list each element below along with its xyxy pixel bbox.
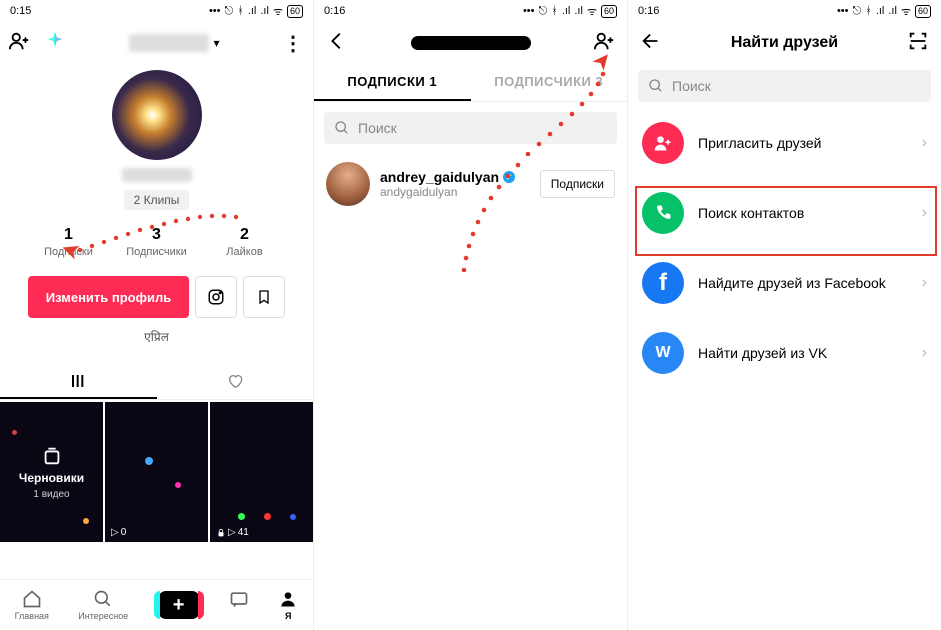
status-icons: •••⎋ᚼ.ıl.ılᯤ 60 xyxy=(523,4,617,19)
clips-pill[interactable]: 2 Клипы xyxy=(124,190,190,210)
video-grid: Черновики 1 видео ▷ 0 ▷ 41 xyxy=(0,402,313,542)
page-title: Найти друзей xyxy=(731,34,838,52)
option-facebook[interactable]: f Найдите друзей из Facebook › xyxy=(628,248,941,318)
status-bar: 0:15 •••⎋ᚼ.ıl.ılᯤ 60 xyxy=(0,0,313,22)
video-thumb[interactable]: ▷ 41 xyxy=(210,402,313,542)
profile-header: ▾ ⋮ xyxy=(0,22,313,64)
play-count: ▷ 41 xyxy=(216,527,249,538)
screen-find-friends: 0:16 •••⎋ᚼ.ıl.ılᯤ 60 Найти друзей Поиск … xyxy=(628,0,941,630)
option-invite[interactable]: Пригласить друзей › xyxy=(628,108,941,178)
chevron-right-icon: › xyxy=(922,344,927,362)
title-redacted xyxy=(411,36,531,50)
search-input[interactable]: Поиск xyxy=(324,112,617,144)
avatar[interactable] xyxy=(112,70,202,160)
facebook-icon: f xyxy=(642,262,684,304)
user-row[interactable]: andrey_gaidulyan ✓ andygaidulyan Подписк… xyxy=(314,154,627,214)
more-menu-icon[interactable]: ⋮ xyxy=(283,31,301,56)
bio-text: एप्रिल xyxy=(0,328,313,345)
edit-profile-button[interactable]: Изменить профиль xyxy=(28,276,190,318)
status-bar: 0:16 •••⎋ᚼ.ıl.ılᯤ 60 xyxy=(628,0,941,22)
search-placeholder: Поиск xyxy=(672,78,711,94)
status-bar: 0:16 •••⎋ᚼ.ıl.ılᯤ 60 xyxy=(314,0,627,22)
bookmark-button[interactable] xyxy=(243,276,285,318)
add-friend-icon[interactable] xyxy=(593,30,615,57)
profile-tabs xyxy=(0,365,313,400)
back-icon[interactable] xyxy=(326,30,348,57)
clock: 0:15 xyxy=(10,5,31,17)
chevron-down-icon: ▾ xyxy=(213,36,219,50)
stats-row: 1 Подписки 3 Подписчики 2 Лайков xyxy=(0,226,313,258)
tab-grid[interactable] xyxy=(0,365,157,399)
vk-icon: W xyxy=(642,332,684,374)
drafts-tile[interactable]: Черновики 1 видео xyxy=(0,402,103,542)
phone-icon xyxy=(642,192,684,234)
chevron-right-icon: › xyxy=(922,134,927,152)
find-friends-header: Найти друзей xyxy=(628,22,941,64)
instagram-button[interactable] xyxy=(195,276,237,318)
user-handle: andygaidulyan xyxy=(380,185,530,199)
add-friend-icon[interactable] xyxy=(8,30,30,57)
play-count: ▷ 0 xyxy=(111,527,126,538)
invite-icon xyxy=(642,122,684,164)
handle-blurred xyxy=(122,168,192,182)
tab-following[interactable]: ПОДПИСКИ 1 xyxy=(314,64,471,101)
status-icons: •••⎋ᚼ.ıl.ılᯤ 60 xyxy=(209,4,303,19)
stat-likes[interactable]: 2 Лайков xyxy=(210,226,280,258)
nav-me[interactable]: Я xyxy=(278,589,298,621)
nav-inbox[interactable] xyxy=(229,589,249,621)
tab-liked[interactable] xyxy=(157,365,314,399)
stat-followers[interactable]: 3 Подписчики xyxy=(122,226,192,258)
following-button[interactable]: Подписки xyxy=(540,170,615,198)
option-contacts[interactable]: Поиск контактов › xyxy=(628,178,941,248)
video-thumb[interactable]: ▷ 0 xyxy=(105,402,208,542)
user-name: andrey_gaidulyan ✓ xyxy=(380,169,530,185)
nav-home[interactable]: Главная xyxy=(15,589,49,621)
nav-create[interactable]: + xyxy=(158,591,200,619)
screen-following: 0:16 •••⎋ᚼ.ıl.ılᯤ 60 ПОДПИСКИ 1 ПОДПИСЧИ… xyxy=(314,0,628,630)
following-header xyxy=(314,22,627,64)
tab-followers[interactable]: ПОДПИСЧИКИ 3 xyxy=(471,64,628,101)
search-input[interactable]: Поиск xyxy=(638,70,931,102)
chevron-right-icon: › xyxy=(922,204,927,222)
screen-profile: 0:15 •••⎋ᚼ.ıl.ılᯤ 60 ▾ ⋮ xyxy=(0,0,314,630)
option-vk[interactable]: W Найти друзей из VK › xyxy=(628,318,941,388)
search-placeholder: Поиск xyxy=(358,120,397,136)
qr-scan-icon[interactable] xyxy=(907,30,929,57)
nav-discover[interactable]: Интересное xyxy=(78,589,128,621)
user-avatar xyxy=(326,162,370,206)
username-dropdown[interactable]: ▾ xyxy=(129,34,219,52)
stat-following[interactable]: 1 Подписки xyxy=(34,226,104,258)
follow-tabs: ПОДПИСКИ 1 ПОДПИСЧИКИ 3 xyxy=(314,64,627,102)
bottom-nav: Главная Интересное + Я xyxy=(0,579,313,630)
sparkle-icon[interactable] xyxy=(44,30,66,57)
verified-icon: ✓ xyxy=(503,171,515,183)
username-blurred xyxy=(129,34,209,52)
status-icons: •••⎋ᚼ.ıl.ılᯤ 60 xyxy=(837,4,931,19)
back-icon[interactable] xyxy=(640,30,662,57)
clock: 0:16 xyxy=(638,5,659,17)
chevron-right-icon: › xyxy=(922,274,927,292)
clock: 0:16 xyxy=(324,5,345,17)
